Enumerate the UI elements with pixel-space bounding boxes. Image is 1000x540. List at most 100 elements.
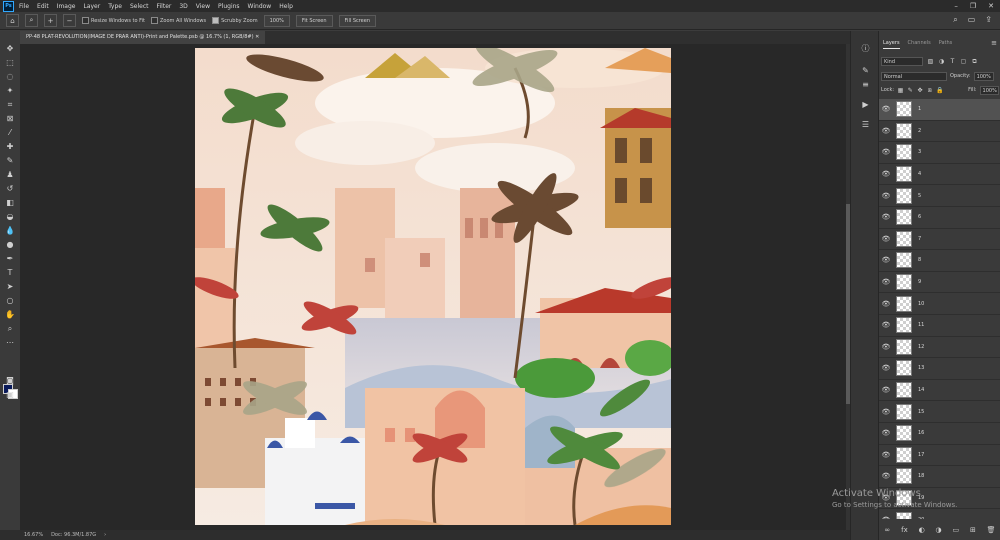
filter-kind-select[interactable]: Kind [881, 56, 923, 66]
scrubby-zoom-checkbox[interactable]: Scrubby Zoom [212, 17, 258, 24]
marquee-tool-icon[interactable]: ⬚ [4, 57, 16, 69]
crop-tool-icon[interactable]: ⌗ [4, 99, 16, 111]
layer-name[interactable]: 4 [918, 171, 921, 177]
share-icon[interactable]: ⇪ [985, 15, 992, 25]
layer-row[interactable]: 👁 10 [879, 293, 1000, 315]
restore-button[interactable]: ❐ [970, 2, 976, 10]
layer-row[interactable]: 👁 20 [879, 509, 1000, 519]
menu-image[interactable]: Image [57, 3, 76, 10]
menu-plugins[interactable]: Plugins [218, 3, 240, 10]
eye-icon[interactable]: 👁 [879, 472, 893, 480]
fill-input[interactable]: 100% [979, 85, 999, 95]
brush-settings-icon[interactable]: ✎ [860, 65, 871, 76]
home-icon[interactable]: ⌂ [6, 14, 19, 27]
workspace-icon[interactable]: ▭ [968, 15, 976, 25]
new-group-icon[interactable]: ▭ [952, 526, 959, 534]
fit-screen-button[interactable]: Fit Screen [295, 14, 333, 27]
eye-icon[interactable]: 👁 [879, 192, 893, 200]
menu-select[interactable]: Select [130, 3, 149, 10]
blend-mode-select[interactable]: Normal [881, 71, 947, 81]
dodge-tool-icon[interactable]: ● [4, 239, 16, 251]
properties-icon[interactable]: ☰ [860, 119, 871, 130]
layer-name[interactable]: 13 [918, 365, 924, 371]
lock-all-icon[interactable]: 🔒 [936, 87, 943, 94]
search-icon[interactable]: ⌕ [953, 15, 957, 25]
lock-position-icon[interactable]: ✥ [917, 87, 924, 94]
layer-name[interactable]: 6 [918, 214, 921, 220]
tab-paths[interactable]: Paths [939, 37, 953, 49]
eyedropper-icon[interactable]: ⁄ [4, 127, 16, 139]
move-tool-icon[interactable]: ✥ [4, 43, 16, 55]
menu-layer[interactable]: Layer [83, 3, 100, 10]
minimize-button[interactable]: – [954, 2, 958, 10]
adjustment-layer-icon[interactable]: ◑ [936, 526, 942, 534]
layer-name[interactable]: 16 [918, 430, 924, 436]
layer-row[interactable]: 👁 2 [879, 121, 1000, 143]
layer-name[interactable]: 18 [918, 473, 924, 479]
adjustment-filter-icon[interactable]: ◑ [938, 58, 945, 65]
tab-layers[interactable]: Layers [883, 37, 900, 49]
layer-row[interactable]: 👁 9 [879, 272, 1000, 294]
zoom-level[interactable]: 16.67% [24, 532, 43, 538]
pixel-filter-icon[interactable]: ▧ [927, 58, 934, 65]
layer-style-icon[interactable]: fx [901, 526, 908, 534]
screen-mode-icon[interactable]: ▣ [4, 389, 16, 401]
eye-icon[interactable]: 👁 [879, 278, 893, 286]
document-tab[interactable]: PP-48 PLAT-REVOLUTION(IMAGE DE PRAR ANTI… [20, 31, 266, 44]
layer-name[interactable]: 20 [918, 517, 924, 519]
menu-3d[interactable]: 3D [179, 3, 187, 10]
panel-menu-icon[interactable]: ≡ [991, 39, 997, 47]
adjustments-icon[interactable]: ≡ [860, 79, 871, 90]
layer-name[interactable]: 15 [918, 409, 924, 415]
layer-row[interactable]: 👁 11 [879, 315, 1000, 337]
smart-object-filter-icon[interactable]: ⧉ [971, 58, 978, 65]
layer-name[interactable]: 8 [918, 257, 921, 263]
info-icon[interactable]: ⓘ [860, 43, 871, 54]
document-canvas[interactable] [195, 48, 671, 525]
menu-filter[interactable]: Filter [157, 3, 172, 10]
menu-help[interactable]: Help [279, 3, 293, 10]
layer-row[interactable]: 👁 7 [879, 229, 1000, 251]
layer-name[interactable]: 1 [918, 106, 921, 112]
type-filter-icon[interactable]: T [949, 58, 956, 65]
path-selection-icon[interactable]: ➤ [4, 281, 16, 293]
actions-play-icon[interactable]: ▶ [860, 99, 871, 110]
layer-name[interactable]: 14 [918, 387, 924, 393]
eye-icon[interactable]: 👁 [879, 429, 893, 437]
zoom-tool-icon[interactable]: ⌕ [4, 323, 16, 335]
more-tools-icon[interactable]: ⋯ [4, 337, 16, 349]
zoom-tool-icon[interactable]: ⌕ [25, 14, 38, 27]
resize-windows-checkbox[interactable]: Resize Windows to Fit [82, 17, 145, 24]
eye-icon[interactable]: 👁 [879, 105, 893, 113]
eye-icon[interactable]: 👁 [879, 213, 893, 221]
zoom-in-icon[interactable]: + [44, 14, 57, 27]
add-mask-icon[interactable]: ◐ [919, 526, 925, 534]
lock-artboard-icon[interactable]: ⧈ [926, 87, 933, 94]
lock-transparency-icon[interactable]: ▦ [897, 87, 904, 94]
eye-icon[interactable]: 👁 [879, 127, 893, 135]
brush-tool-icon[interactable]: ✎ [4, 155, 16, 167]
close-tab-icon[interactable]: ✕ [255, 34, 259, 40]
delete-layer-icon[interactable]: 🗑 [987, 526, 996, 534]
layer-row[interactable]: 👁 5 [879, 185, 1000, 207]
eye-icon[interactable]: 👁 [879, 300, 893, 308]
layer-name[interactable]: 17 [918, 452, 924, 458]
eye-icon[interactable]: 👁 [879, 451, 893, 459]
menu-view[interactable]: View [196, 3, 210, 10]
zoom-100-button[interactable]: 100% [263, 14, 290, 27]
zoom-out-icon[interactable]: − [63, 14, 76, 27]
layer-row[interactable]: 👁 18 [879, 466, 1000, 488]
layer-name[interactable]: 10 [918, 301, 924, 307]
quick-mask-icon[interactable]: ◙ [4, 375, 16, 387]
zoom-all-checkbox[interactable]: Zoom All Windows [151, 17, 206, 24]
link-layers-icon[interactable]: ∞ [884, 526, 890, 534]
history-brush-icon[interactable]: ↺ [4, 183, 16, 195]
eraser-icon[interactable]: ◧ [4, 197, 16, 209]
layer-row[interactable]: 👁 4 [879, 164, 1000, 186]
opacity-input[interactable]: 100% [973, 71, 994, 81]
magic-wand-icon[interactable]: ✦ [4, 85, 16, 97]
layer-row[interactable]: 👁 12 [879, 337, 1000, 359]
blur-tool-icon[interactable]: 💧 [4, 225, 16, 237]
status-arrow-icon[interactable]: › [104, 532, 106, 538]
layer-row[interactable]: 👁 6 [879, 207, 1000, 229]
